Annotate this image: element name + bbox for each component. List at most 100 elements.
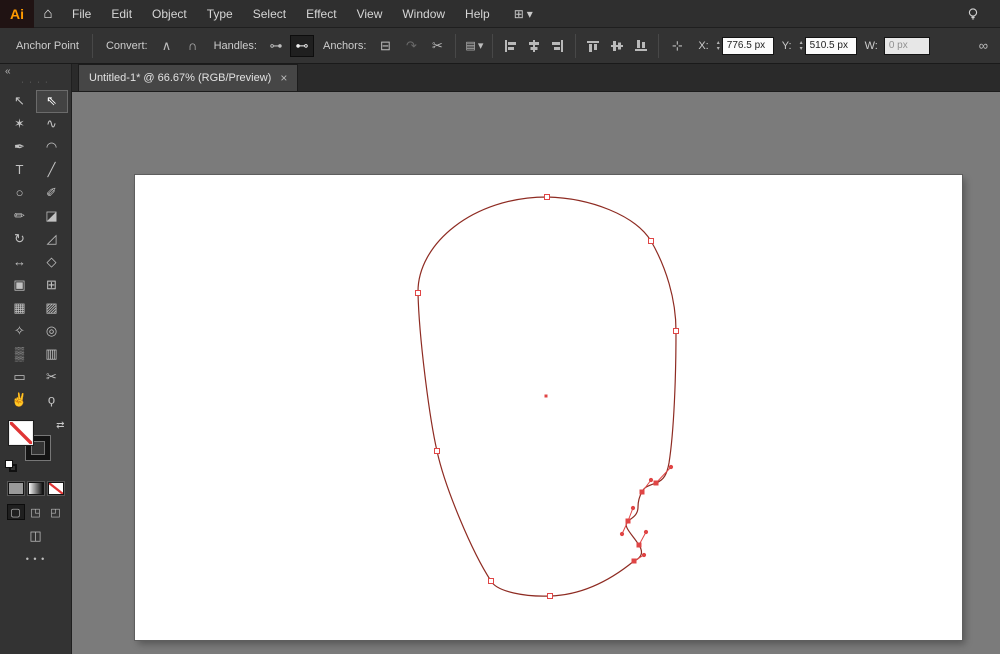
align-middle-icon[interactable] xyxy=(606,36,628,56)
hide-handles-icon[interactable]: ⊷ xyxy=(289,34,314,57)
x-input[interactable]: 776.5 px xyxy=(721,36,774,55)
artboard[interactable] xyxy=(135,175,962,640)
eraser-tool[interactable]: ◪ xyxy=(36,205,68,228)
symbol-sprayer-tool[interactable]: ▒ xyxy=(4,343,36,366)
panel-grip[interactable]: ∙ ∙ ∙ ∙ xyxy=(0,79,71,90)
zoom-tool-icon: ϙ xyxy=(47,392,56,407)
default-fill-stroke-icon[interactable] xyxy=(4,460,17,472)
context-title: Anchor Point xyxy=(16,39,79,52)
constrain-proportions-icon[interactable]: ∞ xyxy=(979,38,988,53)
scale-tool[interactable]: ◿ xyxy=(36,228,68,251)
magic-wand-tool-icon: ✶ xyxy=(14,115,25,131)
w-input[interactable]: 0 px xyxy=(883,36,930,55)
eyedropper-tool-icon: ✧ xyxy=(14,322,25,338)
curvature-tool-icon: ◠ xyxy=(45,138,58,154)
canvas[interactable] xyxy=(72,92,1000,654)
shape-builder-tool[interactable]: ▣ xyxy=(4,274,36,297)
workspace-switcher[interactable]: ⊞ ▾ xyxy=(514,7,533,21)
artboard-tool-icon: ▭ xyxy=(13,368,26,384)
isolate-selection-dropdown[interactable]: ▤ ▾ xyxy=(465,39,483,52)
artboard-tool[interactable]: ▭ xyxy=(4,366,36,389)
style-box-icon: ▤ xyxy=(465,40,476,52)
menu-item-edit[interactable]: Edit xyxy=(101,0,142,28)
remove-anchor-icon[interactable]: ⊟ xyxy=(373,35,397,57)
lasso-tool[interactable]: ∿ xyxy=(36,113,68,136)
pen-tool[interactable]: ✒ xyxy=(4,136,36,159)
ellipse-tool[interactable]: ○ xyxy=(4,182,36,205)
menu-item-select[interactable]: Select xyxy=(243,0,296,28)
type-tool-icon: T xyxy=(15,162,24,177)
menu-item-view[interactable]: View xyxy=(347,0,393,28)
swap-fill-stroke-icon[interactable]: ⇄ xyxy=(56,420,64,431)
selection-tool[interactable]: ↖ xyxy=(4,90,36,113)
direct-selection-tool[interactable]: ⇖ xyxy=(35,90,68,113)
chevron-down-icon: ▾ xyxy=(526,6,533,21)
collapse-panel-icon[interactable]: « xyxy=(0,64,71,79)
handles-label: Handles: xyxy=(213,39,257,52)
screen-mode-icon[interactable]: ◫ xyxy=(29,528,41,544)
paintbrush-tool[interactable]: ✐ xyxy=(36,182,68,205)
menu-item-object[interactable]: Object xyxy=(142,0,197,28)
line-segment-tool-icon: ╱ xyxy=(47,161,56,177)
convert-to-corner-icon[interactable]: ∧ xyxy=(155,35,179,57)
free-transform-tool[interactable]: ◇ xyxy=(36,251,68,274)
blend-tool[interactable]: ◎ xyxy=(36,320,68,343)
perspective-grid-tool-icon: ⊞ xyxy=(46,276,57,292)
align-left-icon[interactable] xyxy=(499,36,521,56)
direction-handles xyxy=(619,464,674,562)
pencil-tool[interactable]: ✏ xyxy=(4,205,36,228)
w-label: W: xyxy=(864,39,878,52)
zoom-tool[interactable]: ϙ xyxy=(36,389,68,412)
align-right-icon[interactable] xyxy=(547,36,569,56)
eyedropper-tool[interactable]: ✧ xyxy=(4,320,36,343)
connect-path-icon[interactable]: ↷ xyxy=(399,35,423,57)
menu-item-type[interactable]: Type xyxy=(197,0,243,28)
x-stepper[interactable]: ▴ ▾ xyxy=(717,40,720,52)
edit-toolbar-more-icon[interactable]: • • • xyxy=(26,554,45,564)
line-segment-tool[interactable]: ╱ xyxy=(36,159,68,182)
pencil-tool-icon: ✏ xyxy=(14,207,25,223)
slice-tool[interactable]: ✂ xyxy=(36,366,68,389)
paintbrush-tool-icon: ✐ xyxy=(46,184,57,200)
fill-swatch[interactable] xyxy=(8,421,33,445)
none-button[interactable] xyxy=(47,482,64,495)
app-logo[interactable]: Ai xyxy=(0,0,34,28)
column-graph-tool[interactable]: ▥ xyxy=(36,343,68,366)
mesh-tool[interactable]: ▦ xyxy=(4,297,36,320)
slice-tool-icon: ✂ xyxy=(46,368,57,384)
draw-inside-icon[interactable]: ◰ xyxy=(47,504,65,520)
document-tab[interactable]: Untitled-1* @ 66.67% (RGB/Preview) × xyxy=(78,64,299,91)
convert-to-smooth-icon[interactable]: ∩ xyxy=(181,35,205,57)
show-handles-icon[interactable]: ⊶ xyxy=(264,35,288,57)
home-icon[interactable]: ⌂ xyxy=(34,0,62,28)
close-tab-icon[interactable]: × xyxy=(280,71,287,85)
y-input[interactable]: 510.5 px xyxy=(804,36,857,55)
align-center-icon[interactable] xyxy=(523,36,545,56)
draw-behind-icon[interactable]: ◳ xyxy=(27,504,45,520)
perspective-grid-tool[interactable]: ⊞ xyxy=(36,274,68,297)
hand-tool[interactable]: ✌ xyxy=(4,389,36,412)
align-top-icon[interactable] xyxy=(582,36,604,56)
reference-point-icon[interactable]: ⊹ xyxy=(665,35,689,57)
menu-item-window[interactable]: Window xyxy=(392,0,455,28)
discover-lightbulb-icon[interactable] xyxy=(960,1,986,27)
menu-item-help[interactable]: Help xyxy=(455,0,500,28)
magic-wand-tool[interactable]: ✶ xyxy=(4,113,36,136)
cut-path-icon[interactable]: ✂ xyxy=(425,35,449,57)
rotate-tool[interactable]: ↻ xyxy=(4,228,36,251)
direct-selection-tool-icon: ⇖ xyxy=(46,92,57,108)
align-bottom-icon[interactable] xyxy=(630,36,652,56)
color-button[interactable] xyxy=(7,482,24,495)
type-tool[interactable]: T xyxy=(4,159,36,182)
control-bar: Anchor Point Convert: ∧ ∩ Handles: ⊶ ⊷ A… xyxy=(0,28,1000,64)
anchors-label: Anchors: xyxy=(322,39,367,52)
menu-item-file[interactable]: File xyxy=(62,0,101,28)
gradient-tool[interactable]: ▨ xyxy=(36,297,68,320)
width-tool[interactable]: ↔ xyxy=(4,251,36,274)
menu-item-effect[interactable]: Effect xyxy=(296,0,346,28)
skull-outline-drawing[interactable] xyxy=(135,175,962,640)
gradient-button[interactable] xyxy=(27,482,44,495)
y-stepper[interactable]: ▴ ▾ xyxy=(800,40,803,52)
draw-normal-icon[interactable]: ▢ xyxy=(6,504,25,520)
curvature-tool[interactable]: ◠ xyxy=(36,136,68,159)
